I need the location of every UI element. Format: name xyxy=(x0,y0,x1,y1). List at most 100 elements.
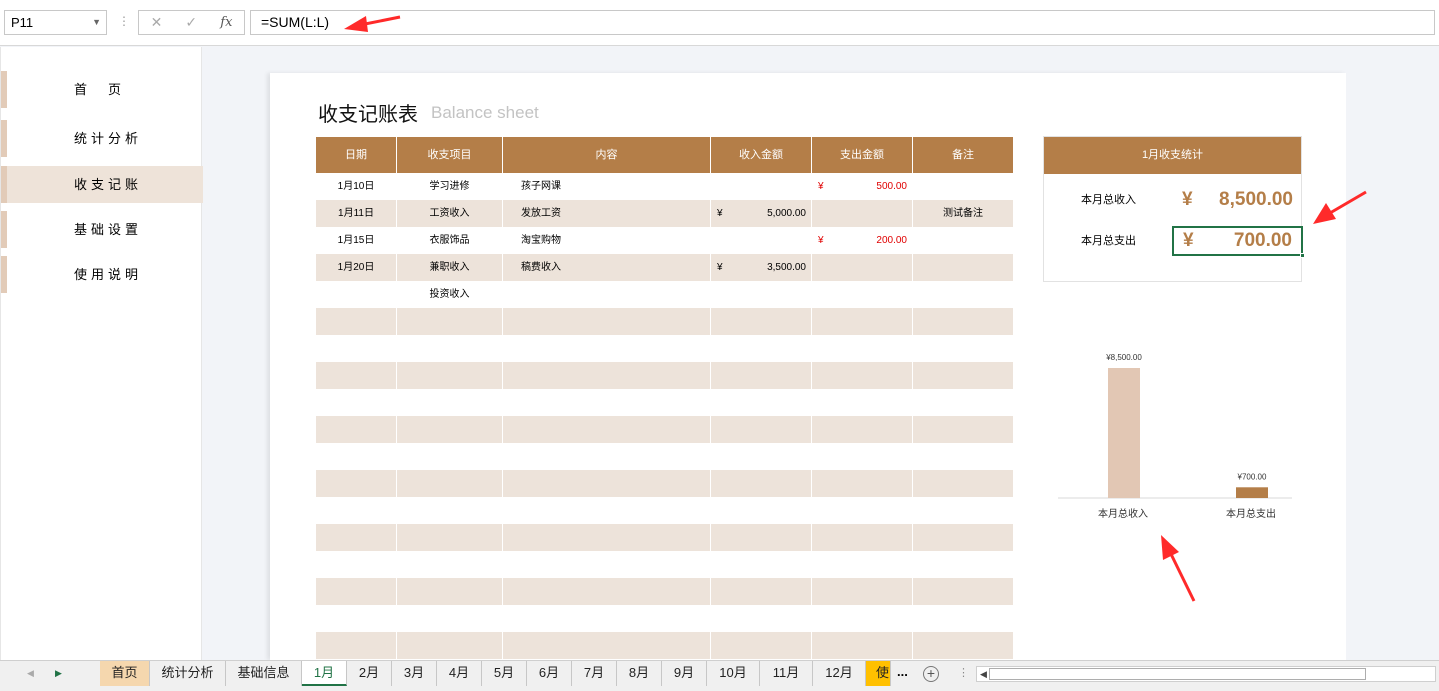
cell-date[interactable] xyxy=(316,524,397,551)
cell-content[interactable] xyxy=(503,281,711,308)
cell-date[interactable] xyxy=(316,416,397,443)
cell-income[interactable]: ¥5,000.00 xyxy=(711,200,812,227)
cell-expense[interactable] xyxy=(812,551,913,578)
cell-income[interactable] xyxy=(711,632,812,659)
cell-expense[interactable] xyxy=(812,281,913,308)
cell-expense[interactable] xyxy=(812,200,913,227)
cell-item[interactable]: 工资收入 xyxy=(397,200,503,227)
cell-note[interactable] xyxy=(913,632,1013,659)
cell-expense[interactable] xyxy=(812,497,913,524)
cell-item[interactable]: 投资收入 xyxy=(397,281,503,308)
cell-note[interactable] xyxy=(913,281,1013,308)
cell-note[interactable] xyxy=(913,362,1013,389)
sheet-tab[interactable]: 10月 xyxy=(707,661,760,686)
sheet-tab[interactable]: 6月 xyxy=(527,661,572,686)
sheet-tab[interactable]: 3月 xyxy=(392,661,437,686)
cell-content[interactable] xyxy=(503,632,711,659)
cell-item[interactable] xyxy=(397,632,503,659)
cell-income[interactable] xyxy=(711,416,812,443)
header-note[interactable]: 备注 xyxy=(913,137,1013,173)
nav-item-statistics[interactable]: 统计分析 xyxy=(1,120,203,157)
cell-expense[interactable]: ¥200.00 xyxy=(812,227,913,254)
chevron-down-icon[interactable]: ▼ xyxy=(92,11,101,34)
cell-expense[interactable]: ¥500.00 xyxy=(812,173,913,200)
cell-date[interactable] xyxy=(316,443,397,470)
stat-income-value-cell[interactable]: ¥ 8,500.00 xyxy=(1172,185,1303,215)
cell-item[interactable] xyxy=(397,443,503,470)
header-income[interactable]: 收入金额 xyxy=(711,137,812,173)
cell-income[interactable] xyxy=(711,605,812,632)
cell-expense[interactable] xyxy=(812,335,913,362)
cell-content[interactable] xyxy=(503,335,711,362)
cell-expense[interactable] xyxy=(812,389,913,416)
cell-date[interactable]: 1月11日 xyxy=(316,200,397,227)
cell-date[interactable] xyxy=(316,551,397,578)
sheet-tab[interactable]: 4月 xyxy=(437,661,482,686)
cell-income[interactable] xyxy=(711,335,812,362)
cell-date[interactable]: 1月20日 xyxy=(316,254,397,281)
header-content[interactable]: 内容 xyxy=(503,137,711,173)
cell-item[interactable] xyxy=(397,362,503,389)
sheet-tab[interactable]: 7月 xyxy=(572,661,617,686)
cell-expense[interactable] xyxy=(812,254,913,281)
cancel-icon[interactable]: ✕ xyxy=(151,14,163,31)
cell-content[interactable] xyxy=(503,578,711,605)
formula-input[interactable]: =SUM(L:L) xyxy=(250,10,1435,35)
sheet-tab[interactable]: 8月 xyxy=(617,661,662,686)
cell-item[interactable]: 兼职收入 xyxy=(397,254,503,281)
scroll-thumb[interactable] xyxy=(989,668,1366,680)
cell-note[interactable] xyxy=(913,470,1013,497)
chart-bar[interactable] xyxy=(1108,368,1140,498)
cell-content[interactable] xyxy=(503,605,711,632)
cell-income[interactable] xyxy=(711,497,812,524)
cell-item[interactable] xyxy=(397,551,503,578)
cell-item[interactable] xyxy=(397,389,503,416)
cell-expense[interactable] xyxy=(812,470,913,497)
cell-content[interactable]: 稿费收入 xyxy=(503,254,711,281)
cell-income[interactable] xyxy=(711,308,812,335)
cell-content[interactable]: 发放工资 xyxy=(503,200,711,227)
cell-date[interactable] xyxy=(316,605,397,632)
cell-item[interactable] xyxy=(397,524,503,551)
cell-income[interactable] xyxy=(711,281,812,308)
cell-content[interactable]: 淘宝购物 xyxy=(503,227,711,254)
confirm-icon[interactable]: ✓ xyxy=(185,14,197,31)
add-sheet-icon[interactable]: + xyxy=(923,666,939,682)
cell-note[interactable] xyxy=(913,227,1013,254)
cell-note[interactable] xyxy=(913,308,1013,335)
cell-date[interactable] xyxy=(316,632,397,659)
cell-date[interactable] xyxy=(316,578,397,605)
cell-income[interactable]: ¥3,500.00 xyxy=(711,254,812,281)
cell-note[interactable] xyxy=(913,389,1013,416)
cell-income[interactable] xyxy=(711,227,812,254)
cell-expense[interactable] xyxy=(812,416,913,443)
tab-scroll-left-icon[interactable]: ◀ xyxy=(27,661,34,685)
sheet-tab[interactable]: 2月 xyxy=(347,661,392,686)
nav-item-home[interactable]: 首 页 xyxy=(1,71,203,108)
cell-note[interactable] xyxy=(913,578,1013,605)
tab-scroll-right-icon[interactable]: ▶ xyxy=(55,661,62,685)
nav-item-manual[interactable]: 使用说明 xyxy=(1,256,203,293)
cell-income[interactable] xyxy=(711,551,812,578)
cell-content[interactable] xyxy=(503,524,711,551)
cell-content[interactable] xyxy=(503,497,711,524)
cell-item[interactable] xyxy=(397,605,503,632)
insert-function-icon[interactable]: fx xyxy=(220,15,232,30)
cell-income[interactable] xyxy=(711,362,812,389)
header-expense[interactable]: 支出金额 xyxy=(812,137,913,173)
cell-expense[interactable] xyxy=(812,443,913,470)
cell-note[interactable] xyxy=(913,524,1013,551)
nav-item-bookkeeping[interactable]: 收支记账 xyxy=(1,166,203,203)
cell-expense[interactable] xyxy=(812,308,913,335)
cell-content[interactable] xyxy=(503,308,711,335)
cell-date[interactable] xyxy=(316,362,397,389)
name-box[interactable]: P11 ▼ xyxy=(4,10,107,35)
cell-note[interactable] xyxy=(913,335,1013,362)
cell-income[interactable] xyxy=(711,470,812,497)
sheet-tab[interactable]: 基础信息 xyxy=(226,661,302,686)
cell-income[interactable] xyxy=(711,524,812,551)
cell-item[interactable] xyxy=(397,335,503,362)
header-date[interactable]: 日期 xyxy=(316,137,397,173)
cell-item[interactable] xyxy=(397,416,503,443)
cell-item[interactable] xyxy=(397,470,503,497)
